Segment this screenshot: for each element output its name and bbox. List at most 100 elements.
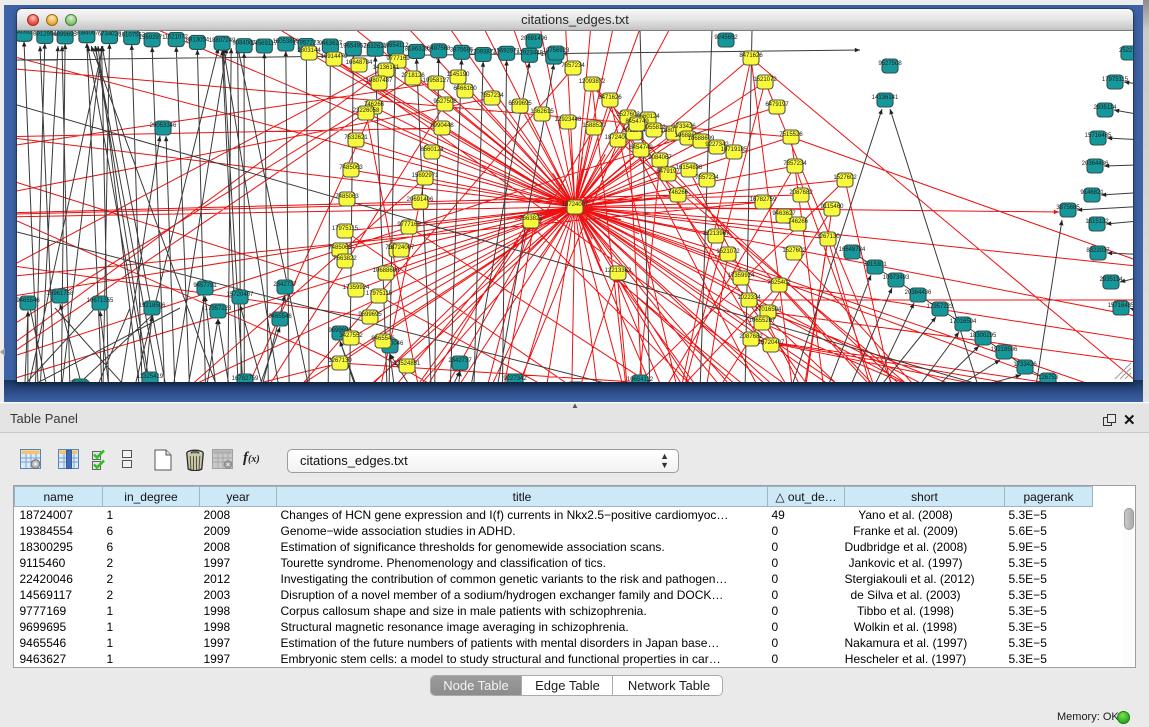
svg-text:23226058: 23226058 (353, 108, 380, 114)
svg-text:7485063: 7485063 (339, 165, 363, 171)
svg-text:10973493: 10973493 (883, 275, 910, 281)
svg-text:12213967: 12213967 (703, 231, 730, 237)
svg-text:12093872: 12093872 (579, 79, 606, 85)
svg-text:16914479: 16914479 (321, 54, 348, 60)
svg-text:10719185: 10719185 (721, 147, 748, 153)
svg-text:1733426: 1733426 (1013, 362, 1037, 368)
svg-text:20691406: 20691406 (521, 36, 548, 42)
svg-text:20364436: 20364436 (1082, 161, 1109, 167)
svg-text:16648784: 16648784 (346, 60, 373, 66)
svg-text:29053346: 29053346 (150, 123, 177, 129)
svg-text:9465546: 9465546 (371, 336, 395, 342)
svg-text:15716485: 15716485 (1108, 303, 1133, 309)
svg-text:8471626: 8471626 (739, 53, 763, 59)
svg-text:10807487: 10807487 (366, 78, 393, 84)
svg-text:746266: 746266 (788, 219, 809, 225)
svg-text:9245652: 9245652 (714, 35, 738, 41)
svg-text:9084067: 9084067 (75, 31, 99, 37)
svg-text:16961758: 16961758 (47, 291, 74, 297)
svg-text:1588520: 1588520 (582, 123, 606, 129)
svg-text:18724007: 18724007 (388, 245, 415, 251)
svg-text:16648784: 16648784 (839, 247, 866, 253)
svg-text:1145190: 1145190 (447, 72, 471, 78)
svg-text:15692971: 15692971 (139, 35, 166, 41)
svg-text:8454749: 8454749 (629, 145, 653, 151)
svg-text:19218506: 19218506 (991, 347, 1018, 353)
svg-text:8186328: 8186328 (405, 46, 429, 52)
svg-text:15692971: 15692971 (412, 173, 439, 179)
svg-text:17957223: 17957223 (927, 304, 954, 310)
svg-text:9463627: 9463627 (772, 211, 796, 217)
svg-text:9084067: 9084067 (648, 155, 672, 161)
svg-text:6479197: 6479197 (765, 102, 789, 108)
svg-text:20364436: 20364436 (905, 290, 932, 296)
svg-text:2342737: 2342737 (448, 358, 472, 364)
svg-text:9457791: 9457791 (193, 283, 217, 289)
svg-text:17975115: 17975115 (366, 291, 393, 297)
svg-text:10958127: 10958127 (423, 78, 450, 84)
svg-text:8660124: 8660124 (420, 147, 444, 153)
svg-text:17975115: 17975115 (332, 226, 359, 232)
svg-text:3915301: 3915301 (863, 262, 887, 268)
svg-text:14136141: 14136141 (373, 65, 400, 71)
svg-text:7625402: 7625402 (767, 280, 791, 286)
svg-text:9465546: 9465546 (268, 314, 292, 320)
svg-text:13524851: 13524851 (394, 361, 421, 367)
svg-text:10654112: 10654112 (627, 377, 654, 382)
svg-text:1615132: 1615132 (1085, 219, 1109, 225)
svg-text:2342737: 2342737 (273, 282, 297, 288)
svg-text:9115460: 9115460 (821, 204, 845, 210)
svg-text:8471626: 8471626 (598, 95, 622, 101)
svg-text:3427552: 3427552 (339, 333, 363, 339)
svg-text:2803144: 2803144 (297, 48, 321, 54)
svg-text:16782759: 16782759 (750, 197, 777, 203)
svg-text:7515526: 7515526 (779, 132, 803, 138)
svg-text:2087682: 2087682 (789, 190, 813, 196)
svg-text:2935114: 2935114 (1094, 105, 1118, 111)
svg-text:6899695: 6899695 (53, 32, 77, 38)
svg-text:17957223: 17957223 (205, 306, 232, 312)
svg-text:6466160: 6466160 (453, 86, 477, 92)
svg-text:1362615: 1362615 (530, 109, 554, 115)
svg-text:9465546: 9465546 (17, 298, 40, 304)
svg-text:12923448: 12923448 (516, 50, 543, 56)
svg-text:3875685: 3875685 (1056, 205, 1080, 211)
svg-text:17975115: 17975115 (1102, 77, 1129, 83)
svg-text:17359924: 17359924 (728, 273, 755, 279)
svg-text:7857234: 7857234 (783, 161, 807, 167)
svg-text:1527602: 1527602 (782, 248, 806, 254)
svg-text:3267130: 3267130 (328, 358, 352, 364)
svg-text:9699695: 9699695 (358, 312, 382, 318)
svg-text:9527508: 9527508 (878, 61, 902, 67)
svg-text:1733426: 1733426 (672, 124, 696, 130)
svg-text:9527508: 9527508 (433, 99, 457, 105)
svg-text:20691406: 20691406 (407, 197, 434, 203)
svg-text:8813054: 8813054 (186, 37, 210, 43)
svg-text:8454749: 8454749 (625, 119, 649, 125)
svg-text:18724007: 18724007 (562, 202, 589, 208)
svg-text:7857234: 7857234 (695, 175, 719, 181)
svg-text:252214: 252214 (1119, 48, 1133, 54)
svg-text:9146821: 9146821 (1080, 190, 1104, 196)
svg-text:746266: 746266 (668, 190, 689, 196)
svg-text:3267130: 3267130 (816, 234, 840, 240)
svg-text:18300295: 18300295 (970, 333, 997, 339)
svg-text:2935114: 2935114 (1100, 277, 1124, 283)
svg-text:12213362: 12213362 (605, 268, 632, 274)
svg-text:252214: 252214 (70, 381, 91, 382)
svg-text:11325419: 11325419 (137, 374, 164, 380)
svg-text:9227342: 9227342 (503, 376, 527, 382)
svg-text:8322037: 8322037 (1086, 248, 1110, 254)
svg-text:1621072: 1621072 (716, 249, 740, 255)
svg-text:17016504: 17016504 (755, 307, 782, 313)
svg-text:7857234: 7857234 (561, 63, 585, 69)
svg-text:7857234: 7857234 (480, 93, 504, 99)
svg-text:10655267: 10655267 (749, 318, 776, 324)
svg-text:8990448: 8990448 (430, 123, 454, 129)
svg-text:15716485: 15716485 (1085, 133, 1112, 139)
svg-text:7632621: 7632621 (344, 135, 368, 141)
svg-text:6899695: 6899695 (508, 101, 532, 107)
svg-text:126753: 126753 (1038, 375, 1059, 381)
svg-text:6497568: 6497568 (427, 46, 451, 52)
svg-text:7663822: 7663822 (519, 216, 543, 222)
